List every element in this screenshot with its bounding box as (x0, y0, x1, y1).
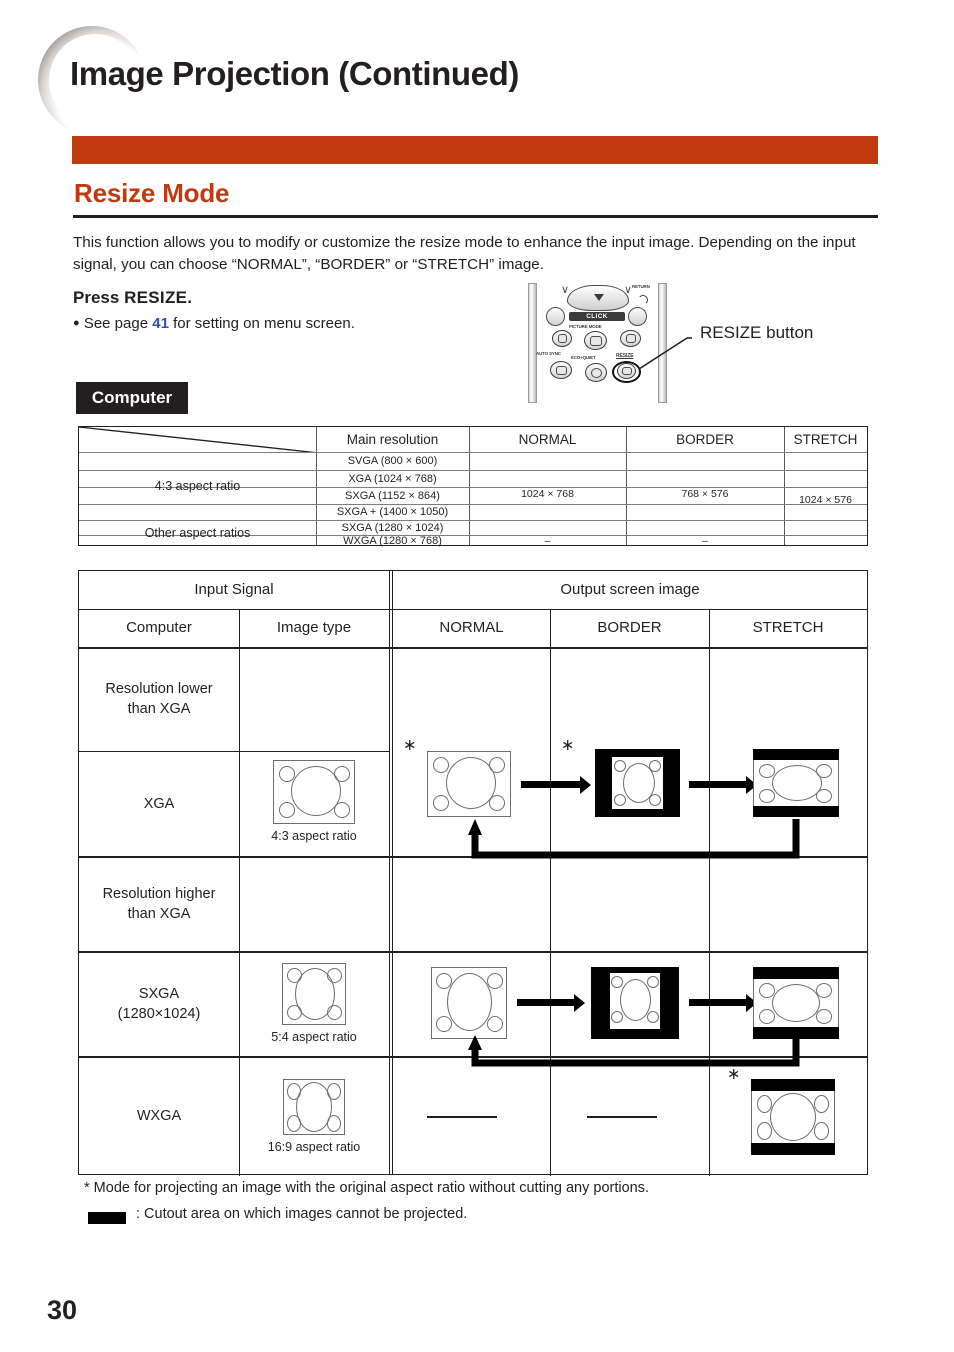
table2-subheader-stretch: STRETCH (752, 619, 824, 636)
footnote-cutout: : Cutout area on which images cannot be … (136, 1206, 468, 1222)
row-label-line2: (1280×1024) (117, 1005, 201, 1022)
row-label-line2: than XGA (127, 905, 191, 922)
table1-header-normal: NORMAL (518, 432, 577, 447)
arrow-border-to-stretch-sxga (689, 993, 757, 1012)
footnote-star: * Mode for projecting an image with the … (84, 1180, 650, 1196)
table1-row-xga: XGA (1024 × 768) (348, 472, 437, 485)
table1-row-sxga-1152: SXGA (1152 × 864) (345, 489, 440, 502)
image-type-43: 4:3 aspect ratio (239, 647, 389, 956)
table2-group-output-screen: Output screen image (560, 581, 700, 598)
table2-row-label-xga: XGA (79, 751, 239, 856)
table2-group-input-signal: Input Signal (194, 581, 274, 598)
diagonal-header-divider (79, 427, 319, 453)
intro-paragraph: This function allows you to modify or cu… (73, 234, 856, 273)
output-icon-normal-xga (427, 751, 511, 817)
screen-icon-169 (283, 1078, 345, 1135)
orange-accent-bar (72, 136, 878, 164)
output-icon-border-xga (595, 749, 680, 817)
return-loop-arrow-xga (468, 819, 800, 859)
dash-border-wxga (587, 1116, 657, 1118)
table1-header-border: BORDER (676, 432, 734, 447)
table2-row-label-lower-xga: Resolution lower than XGA (79, 647, 239, 751)
resize-button-callout-label: RESIZE button (700, 323, 814, 342)
table2-subheader-border: BORDER (597, 619, 662, 636)
table1-value-normal: 1024 × 768 (521, 487, 574, 500)
table1-value-border-wxga: – (702, 535, 708, 547)
bullet-icon: ● (73, 317, 80, 329)
resolution-table: Main resolution NORMAL BORDER STRETCH 4:… (78, 426, 868, 547)
computer-section-tag: Computer (76, 382, 188, 414)
output-icon-stretch-wxga (751, 1079, 835, 1155)
return-loop-arrow-sxga (468, 1035, 800, 1067)
table1-group-other: Other aspect ratios (144, 525, 251, 540)
table2-row-label-sxga: SXGA (1280×1024) (79, 951, 239, 1056)
row-label-line1: SXGA (138, 985, 180, 1002)
table1-row-wxga: WXGA (1280 × 768) (343, 535, 442, 547)
table1-value-normal-wxga: – (544, 535, 551, 547)
row-label-line1: Resolution higher (102, 885, 216, 902)
star-mark-border-xga: ∗ (561, 737, 575, 754)
output-icon-stretch-xga (753, 749, 839, 817)
table2-subheader-computer: Computer (126, 619, 192, 636)
row-label-line1: Resolution lower (105, 681, 213, 697)
page-reference-link[interactable]: 41 (152, 315, 169, 332)
table1-value-border: 768 × 576 (681, 487, 729, 500)
caption-169: 16:9 aspect ratio (267, 1139, 361, 1154)
page-title: Image Projection (Continued) (70, 55, 519, 92)
caption-43: 4:3 aspect ratio (271, 829, 357, 843)
screen-icon-54 (282, 963, 346, 1025)
row-label-xga: XGA (143, 795, 175, 812)
press-key: RESIZE. (124, 288, 193, 307)
see-page-text-before: See page (83, 315, 149, 332)
cutout-area-swatch (88, 1212, 126, 1224)
page-number: 30 (47, 1295, 78, 1325)
section-divider (73, 215, 878, 218)
image-type-169: 16:9 aspect ratio (239, 1056, 389, 1176)
output-screen-table: Input Signal Output screen image Compute… (78, 570, 868, 1176)
section-title: Resize Mode (74, 178, 230, 208)
table1-value-stretch: 1024 × 576 (799, 493, 852, 506)
table1-row-sxga-plus: SXGA + (1400 × 1050) (336, 506, 449, 518)
table2-subheader-normal: NORMAL (439, 619, 504, 636)
table1-row-sxga-1280: SXGA (1280 × 1024) (341, 521, 444, 534)
star-mark-normal-xga: ∗ (403, 737, 417, 754)
remote-control-illustration: ∨ ∨ RETURN CLICK PICTURE MODE AUTO SYNC … (512, 283, 692, 408)
output-icon-stretch-sxga (753, 967, 839, 1039)
row-label-wxga: WXGA (136, 1108, 182, 1124)
callout-leader-line (638, 337, 692, 370)
arrow-normal-to-border-xga (521, 775, 591, 794)
dash-normal-wxga (427, 1116, 497, 1118)
table1-header-main-resolution: Main resolution (346, 432, 439, 447)
press-word: Press (73, 288, 120, 307)
arrow-normal-to-border-sxga (517, 993, 585, 1012)
image-type-54: 5:4 aspect ratio (239, 951, 389, 1056)
output-icon-normal-sxga (431, 967, 507, 1039)
see-page-note: ● See page 41 for setting on menu screen… (73, 315, 355, 332)
see-page-text-after: for setting on menu screen. (173, 315, 355, 332)
row-label-line2: than XGA (127, 701, 191, 717)
press-instruction: Press RESIZE. (73, 288, 192, 308)
table1-row-svga: SVGA (800 × 600) (347, 455, 438, 467)
screen-icon-43 (273, 760, 355, 824)
star-mark-stretch-wxga: ∗ (727, 1066, 741, 1083)
table1-group-43: 4:3 aspect ratio (154, 479, 241, 493)
table1-header-stretch: STRETCH (793, 432, 858, 447)
output-icon-border-sxga (591, 967, 679, 1039)
table2-subheader-image-type: Image type (276, 619, 352, 636)
table2-row-label-higher-xga: Resolution higher than XGA (79, 856, 239, 951)
arrow-border-to-stretch-xga (689, 775, 757, 794)
table2-row-label-wxga: WXGA (79, 1056, 239, 1176)
caption-54: 5:4 aspect ratio (271, 1030, 357, 1044)
